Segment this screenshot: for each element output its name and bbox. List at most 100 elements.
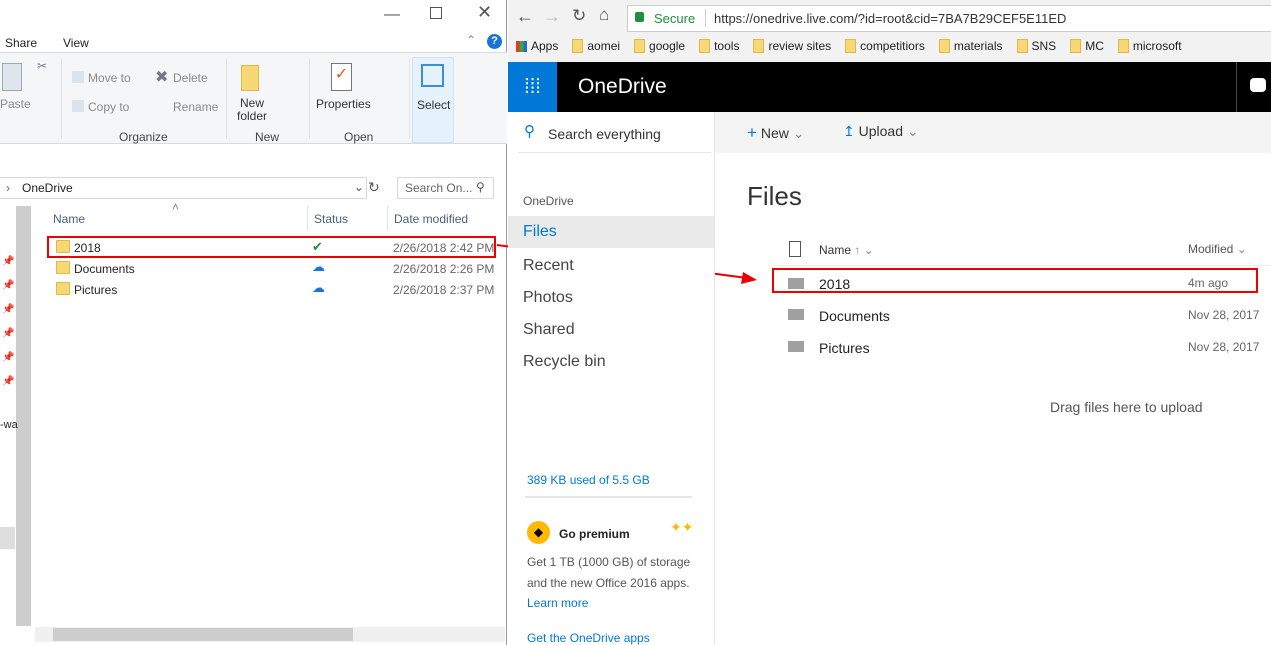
synced-check-icon: ✔ bbox=[312, 239, 323, 254]
folder-icon bbox=[634, 39, 646, 53]
left-nav: ⚲ Search everything OneDrive Files Recen… bbox=[508, 112, 715, 645]
folder-icon bbox=[788, 309, 804, 320]
ribbon: Paste ✂ Move to Copy to ✖ Delete Rename … bbox=[0, 52, 507, 144]
folder-icon bbox=[56, 282, 70, 295]
column-status[interactable]: Status bbox=[314, 212, 348, 226]
rename-button[interactable]: Rename bbox=[173, 100, 218, 114]
nav-item-shared[interactable]: Shared bbox=[523, 321, 575, 339]
refresh-icon[interactable]: ↻ bbox=[368, 179, 380, 196]
nav-item-files[interactable]: Files bbox=[508, 216, 714, 248]
new-group-label: New bbox=[255, 130, 280, 144]
sparkle-icon: ✦✦ bbox=[670, 519, 694, 535]
folder-icon bbox=[1117, 39, 1129, 53]
page-title: Files bbox=[747, 181, 802, 211]
apps-grid-icon bbox=[516, 40, 527, 52]
bookmark-folder[interactable]: microsoft bbox=[1117, 39, 1182, 53]
breadcrumb-onedrive[interactable]: OneDrive bbox=[22, 181, 73, 195]
maximize-button[interactable] bbox=[430, 7, 442, 19]
bookmark-folder[interactable]: aomei bbox=[572, 39, 620, 53]
cloud-icon: ☁ bbox=[312, 280, 325, 295]
cut-icon[interactable]: ✂ bbox=[37, 59, 47, 73]
search-everything-input[interactable]: Search everything bbox=[548, 126, 661, 142]
back-button[interactable]: ← bbox=[516, 6, 534, 27]
tab-share[interactable]: Share bbox=[5, 36, 37, 50]
open-group-label: Open bbox=[344, 130, 374, 144]
file-row[interactable]: Pictures Nov 28, 2017 bbox=[774, 335, 1271, 359]
learn-more-link[interactable]: Learn more bbox=[527, 596, 588, 610]
paste-button[interactable]: Paste bbox=[0, 97, 31, 111]
select-icon bbox=[421, 64, 444, 87]
app-title[interactable]: OneDrive bbox=[578, 75, 667, 99]
folder-icon bbox=[753, 39, 765, 53]
home-button[interactable]: ⌂ bbox=[599, 5, 609, 25]
collapse-ribbon-icon[interactable]: ⌃ bbox=[466, 33, 476, 47]
select-button[interactable]: Select bbox=[412, 57, 454, 143]
storage-link[interactable]: 389 KB used of 5.5 GB bbox=[527, 473, 650, 487]
address-bar[interactable]: › OneDrive ⌄ bbox=[0, 177, 367, 199]
app-launcher-icon[interactable]: ⁞⁞⁞ bbox=[508, 62, 557, 112]
column-name[interactable]: Name bbox=[53, 212, 85, 226]
search-input[interactable]: Search On... ⚲ bbox=[397, 177, 494, 199]
bookmark-folder[interactable]: tools bbox=[699, 39, 739, 53]
file-row[interactable]: Pictures ☁ 2/26/2018 2:37 PM bbox=[50, 279, 500, 299]
cloud-icon: ☁ bbox=[312, 259, 325, 274]
folder-icon bbox=[56, 261, 70, 274]
file-row[interactable]: 2018 ✔ 2/26/2018 2:42 PM bbox=[50, 237, 500, 257]
bookmark-folder[interactable]: google bbox=[634, 39, 685, 53]
bookmark-apps[interactable]: Apps bbox=[516, 39, 558, 53]
help-icon[interactable]: ? bbox=[487, 34, 502, 49]
folder-icon bbox=[56, 240, 70, 253]
move-to-icon bbox=[72, 71, 84, 83]
file-row[interactable]: Documents Nov 28, 2017 bbox=[774, 303, 1271, 327]
file-explorer-window: — ✕ Share View ⌃ ? Paste ✂ Move to Copy … bbox=[0, 0, 507, 645]
upload-button[interactable]: ↥ Upload ⌄ bbox=[843, 123, 919, 140]
folder-icon bbox=[938, 39, 950, 53]
new-button[interactable]: + New ⌄ bbox=[747, 123, 804, 143]
move-to-button[interactable]: Move to bbox=[88, 71, 131, 85]
file-row[interactable]: 2018 4m ago bbox=[774, 270, 1271, 294]
address-dropdown-icon[interactable]: ⌄ bbox=[354, 180, 364, 194]
bookmarks-bar: Apps aomei google tools review sites com… bbox=[516, 39, 1182, 53]
minimize-button[interactable]: — bbox=[384, 6, 400, 24]
command-bar: + New ⌄ ↥ Upload ⌄ bbox=[715, 112, 1271, 153]
copy-to-button[interactable]: Copy to bbox=[88, 100, 129, 114]
nav-heading: OneDrive bbox=[523, 194, 574, 208]
search-icon: ⚲ bbox=[524, 123, 535, 140]
delete-icon: ✖ bbox=[155, 69, 169, 86]
nav-pane-item-fragment[interactable]: -wa bbox=[0, 419, 18, 431]
nav-item-photos[interactable]: Photos bbox=[523, 289, 573, 307]
nav-item-recycle-bin[interactable]: Recycle bin bbox=[523, 353, 606, 371]
column-modified[interactable]: Modified ⌄ bbox=[1188, 242, 1247, 256]
close-button[interactable]: ✕ bbox=[477, 2, 492, 23]
organize-group-label: Organize bbox=[119, 130, 168, 144]
horizontal-scrollbar[interactable] bbox=[35, 627, 505, 642]
upload-icon: ↥ bbox=[843, 123, 855, 139]
new-folder-button[interactable]: New folder bbox=[237, 97, 267, 123]
go-premium-title: Go premium bbox=[559, 527, 630, 541]
properties-button[interactable]: Properties bbox=[316, 97, 371, 111]
copy-to-icon bbox=[72, 100, 84, 112]
url-bar[interactable]: Secure https://onedrive.live.com/?id=roo… bbox=[627, 5, 1271, 32]
bookmark-folder[interactable]: review sites bbox=[753, 39, 831, 53]
file-row[interactable]: Documents ☁ 2/26/2018 2:26 PM bbox=[50, 258, 500, 278]
bookmark-folder[interactable]: competitiors bbox=[845, 39, 925, 53]
bookmark-folder[interactable]: SNS bbox=[1016, 39, 1056, 53]
bookmark-folder[interactable]: MC bbox=[1070, 39, 1104, 53]
get-apps-link[interactable]: Get the OneDrive apps bbox=[527, 631, 650, 645]
tab-view[interactable]: View bbox=[63, 36, 89, 50]
feedback-icon[interactable] bbox=[1250, 78, 1266, 92]
reload-button[interactable]: ↻ bbox=[572, 6, 586, 26]
nav-pane-scrollbar[interactable] bbox=[16, 206, 31, 626]
folder-icon bbox=[788, 278, 804, 289]
column-name[interactable]: Name ↑ ⌄ bbox=[819, 243, 874, 257]
forward-button[interactable]: → bbox=[543, 6, 561, 27]
column-date-modified[interactable]: Date modified bbox=[394, 212, 468, 226]
nav-item-recent[interactable]: Recent bbox=[523, 257, 574, 275]
folder-icon bbox=[1016, 39, 1028, 53]
search-icon: ⚲ bbox=[476, 180, 485, 194]
plus-icon: + bbox=[747, 123, 757, 142]
diamond-icon: ◆ bbox=[527, 521, 550, 544]
sort-ascending-icon: ˄ bbox=[172, 200, 180, 214]
bookmark-folder[interactable]: materials bbox=[938, 39, 1003, 53]
delete-button[interactable]: Delete bbox=[173, 71, 208, 85]
